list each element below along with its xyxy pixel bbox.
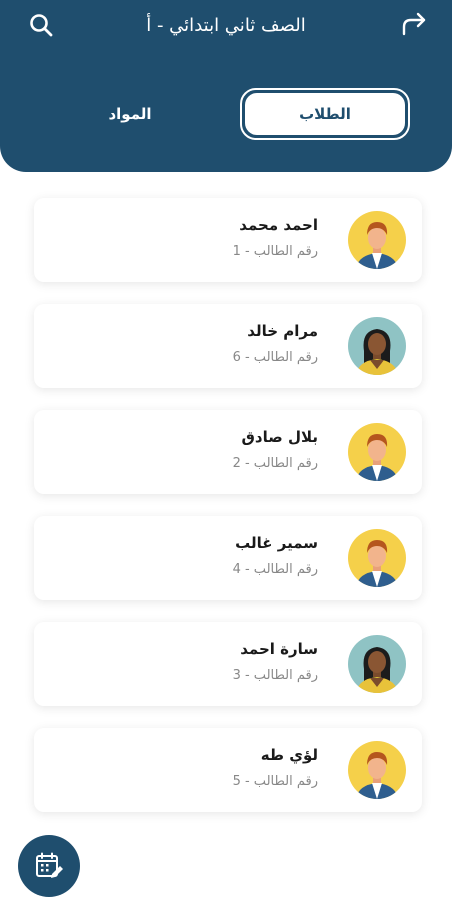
student-name: سارة احمد xyxy=(240,640,318,658)
student-card[interactable]: بلال صادق رقم الطالب - 2 xyxy=(34,410,422,494)
tab-students[interactable]: الطلاب xyxy=(240,88,410,140)
search-icon xyxy=(30,14,53,37)
student-number: رقم الطالب - 2 xyxy=(232,456,318,471)
student-avatar-male xyxy=(348,529,406,587)
student-avatar-male xyxy=(348,211,406,269)
tab-students-label: الطلاب xyxy=(245,93,405,135)
student-number: رقم الطالب - 3 xyxy=(232,668,318,683)
forward-button[interactable] xyxy=(398,8,430,40)
student-name: سمير غالب xyxy=(235,534,318,552)
student-avatar-male xyxy=(348,741,406,799)
tab-subjects[interactable]: المواد xyxy=(60,88,200,140)
student-name: لؤي طه xyxy=(260,746,318,764)
student-name: مرام خالد xyxy=(247,322,318,340)
student-number: رقم الطالب - 6 xyxy=(232,350,318,365)
student-card[interactable]: سارة احمد رقم الطالب - 3 xyxy=(34,622,422,706)
app-header: الصف ثاني ابتدائي - أ الطلاب المواد xyxy=(0,0,452,172)
student-card[interactable]: سمير غالب رقم الطالب - 4 xyxy=(34,516,422,600)
student-card[interactable]: احمد محمد رقم الطالب - 1 xyxy=(34,198,422,282)
calendar-edit-icon xyxy=(36,852,63,878)
student-card[interactable]: لؤي طه رقم الطالب - 5 xyxy=(34,728,422,812)
student-avatar-female xyxy=(348,317,406,375)
page-title: الصف ثاني ابتدائي - أ xyxy=(146,15,306,36)
student-list: احمد محمد رقم الطالب - 1 مرام خالد رقم الطا… xyxy=(34,198,422,834)
student-number: رقم الطالب - 4 xyxy=(232,562,318,577)
student-number: رقم الطالب - 1 xyxy=(232,244,318,259)
student-name: احمد محمد xyxy=(239,216,318,234)
student-avatar-male xyxy=(348,423,406,481)
search-button[interactable] xyxy=(28,12,56,40)
student-number: رقم الطالب - 5 xyxy=(232,774,318,789)
calendar-fab-button[interactable] xyxy=(18,835,80,897)
student-avatar-female xyxy=(348,635,406,693)
student-card[interactable]: مرام خالد رقم الطالب - 6 xyxy=(34,304,422,388)
student-name: بلال صادق xyxy=(241,428,319,446)
forward-arrow-icon xyxy=(402,12,426,36)
